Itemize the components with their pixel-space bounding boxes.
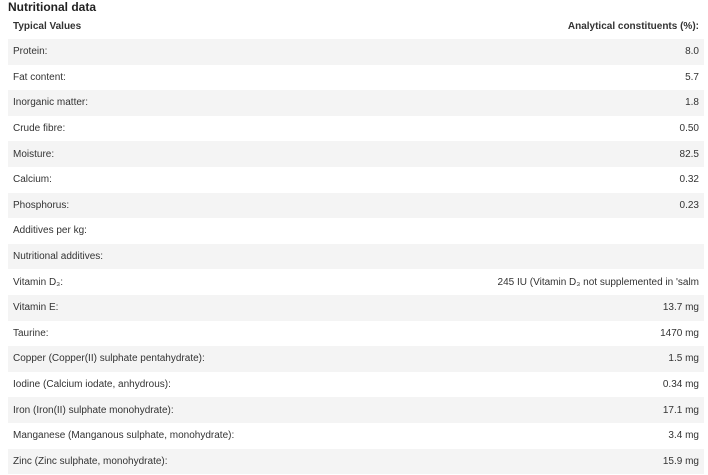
row-label: Manganese (Manganous sulphate, monohydra… — [13, 430, 235, 442]
table-row: Nutritional additives: — [8, 243, 704, 270]
row-label: Iodine (Calcium iodate, anhydrous): — [13, 379, 171, 391]
row-label: Taurine: — [13, 327, 49, 339]
nutritional-data-section: Nutritional data Typical Values Analytic… — [0, 0, 708, 475]
row-value: 245 IU (Vitamin D₃ not supplemented in '… — [497, 276, 699, 288]
nutrition-table: Typical Values Analytical constituents (… — [8, 14, 704, 475]
table-row: Inorganic matter: 1.8 — [8, 90, 704, 116]
row-value: 1470 mg — [660, 327, 699, 339]
table-body: Protein: 8.0 Fat content: 5.7 Inorganic … — [8, 39, 704, 475]
row-value: 5.7 — [685, 71, 699, 83]
row-label: Nutritional additives: — [13, 251, 104, 263]
row-value — [328, 244, 704, 270]
table-row: Copper (Copper(II) sulphate pentahydrate… — [8, 346, 704, 372]
table-row: Vitamin E: 13.7 mg — [8, 294, 704, 321]
row-value: 13.7 mg — [662, 302, 699, 314]
row-label: Phosphorus: — [13, 199, 70, 211]
row-value: 0.23 — [679, 199, 699, 211]
row-value: 0.32 — [679, 174, 699, 186]
row-value: 1.5 mg — [668, 353, 699, 365]
table-row: Manganese (Manganous sulphate, monohydra… — [8, 422, 704, 449]
row-value: 0.50 — [679, 123, 699, 135]
row-label: Zinc (Zinc sulphate, monohydrate): — [13, 455, 168, 467]
row-label: Iron (Iron(II) sulphate monohydrate): — [13, 404, 174, 416]
row-label: Inorganic matter: — [13, 97, 89, 109]
row-label: Copper (Copper(II) sulphate pentahydrate… — [13, 353, 205, 365]
table-row: Moisture: 82.5 — [8, 141, 704, 167]
row-value — [328, 218, 704, 244]
table-header: Typical Values Analytical constituents (… — [8, 14, 704, 39]
header-row: Typical Values Analytical constituents (… — [8, 14, 704, 39]
row-label: Fat content: — [13, 71, 66, 83]
table-row: Protein: 8.0 — [8, 39, 704, 65]
table-row: Taurine: 1470 mg — [8, 320, 704, 347]
table-row: Phosphorus: 0.23 — [8, 192, 704, 219]
column-header-typical-values: Typical Values — [13, 21, 82, 32]
row-value: 8.0 — [685, 46, 699, 58]
row-label: Moisture: — [13, 148, 55, 160]
column-header-analytical-constituents: Analytical constituents (%): — [567, 21, 699, 32]
row-value: 1.8 — [685, 97, 699, 109]
row-value: 82.5 — [679, 148, 699, 160]
row-value: 17.1 mg — [662, 404, 699, 416]
row-label: Additives per kg: — [13, 225, 87, 237]
row-label: Calcium: — [13, 174, 52, 186]
row-label: Vitamin D₃: — [13, 276, 64, 288]
table-row: Zinc (Zinc sulphate, monohydrate): 15.9 … — [8, 448, 704, 475]
table-row: Fat content: 5.7 — [8, 64, 704, 91]
table-row: Iron (Iron(II) sulphate monohydrate): 17… — [8, 397, 704, 423]
row-value: 3.4 mg — [668, 430, 699, 442]
row-value: 0.34 mg — [662, 379, 699, 391]
table-row: Crude fibre: 0.50 — [8, 115, 704, 142]
table-row: Calcium: 0.32 — [8, 166, 704, 193]
row-label: Vitamin E: — [13, 302, 59, 314]
section-title: Nutritional data — [8, 0, 97, 14]
row-label: Protein: — [13, 46, 48, 58]
table-row: Vitamin D₃: 245 IU (Vitamin D₃ not suppl… — [8, 269, 704, 295]
row-value: 15.9 mg — [662, 455, 699, 467]
table-row: Additives per kg: — [8, 218, 704, 244]
row-label: Crude fibre: — [13, 123, 66, 135]
table-row: Iodine (Calcium iodate, anhydrous): 0.34… — [8, 371, 704, 398]
